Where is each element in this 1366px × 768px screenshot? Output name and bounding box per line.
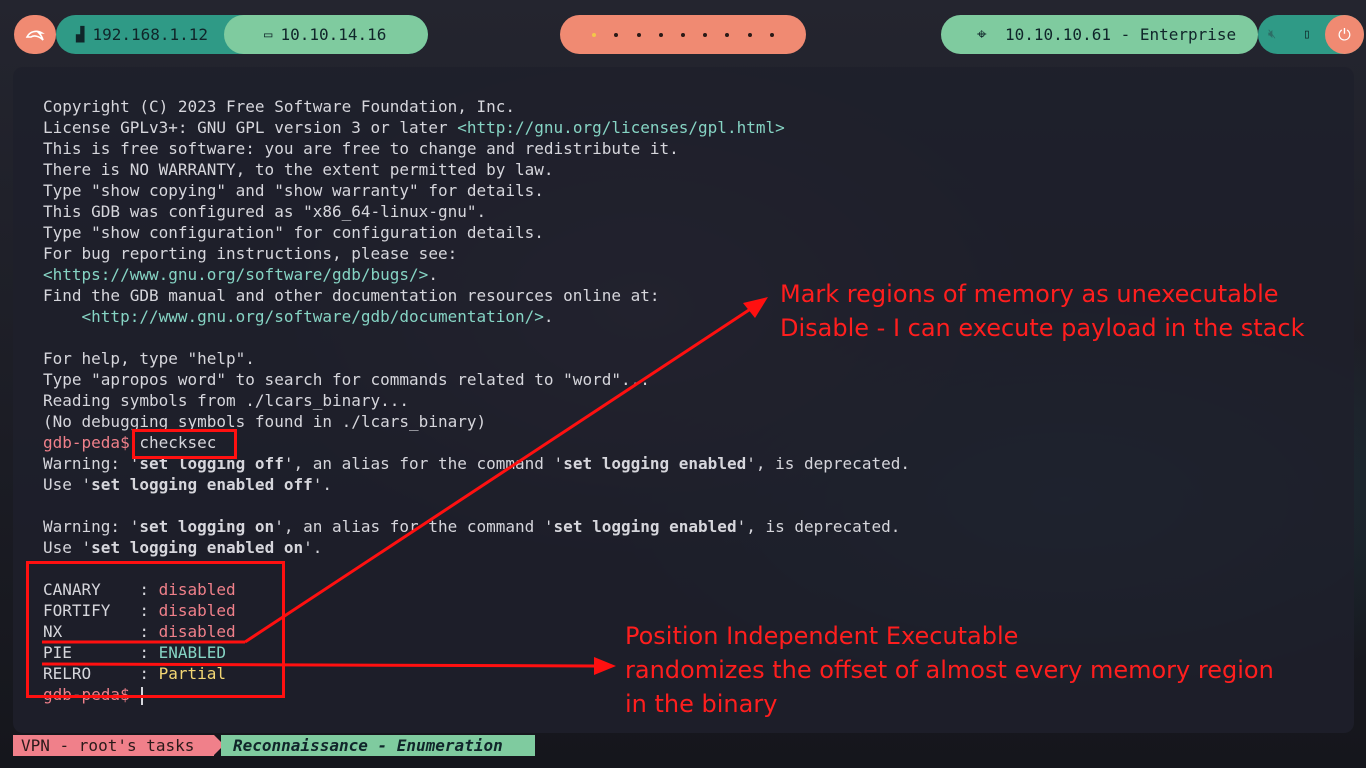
- pie-arrowhead: [594, 657, 616, 675]
- window-tab[interactable]: Reconnaissance - Enumeration: [221, 735, 535, 756]
- nx-arrowhead: [743, 297, 768, 318]
- pie-annotation: Position Independent Executable randomiz…: [625, 622, 1274, 718]
- pie-arrow-line: [41, 662, 597, 668]
- session-tab[interactable]: VPN - root's tasks: [13, 735, 214, 756]
- nx-arrow-line: [244, 306, 753, 644]
- nx-annotation: Mark regions of memory as unexecutable D…: [780, 280, 1305, 342]
- status-separator: [525, 735, 535, 755]
